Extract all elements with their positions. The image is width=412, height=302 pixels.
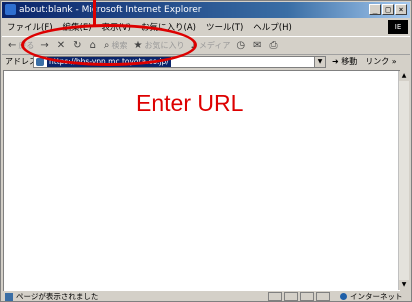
status-panel <box>268 292 282 301</box>
status-panel <box>316 292 330 301</box>
links-button[interactable]: リンク » <box>365 56 396 67</box>
maximize-button[interactable]: □ <box>382 4 394 15</box>
mail-icon: ✉ <box>253 40 262 51</box>
security-zone: インターネット <box>340 291 403 302</box>
go-label: 移動 <box>341 57 358 66</box>
go-button[interactable]: ➜ 移動 <box>332 56 357 67</box>
status-bar: ページが表示されました インターネット <box>2 291 410 302</box>
windows-logo-icon: IE <box>388 20 408 34</box>
history-button[interactable]: ◷ <box>236 40 247 51</box>
scroll-down-icon[interactable]: ▼ <box>399 280 409 290</box>
callout-pointer <box>93 0 96 25</box>
media-label: メディア <box>198 41 231 50</box>
window-title: about:blank - Microsoft Internet Explore… <box>19 5 202 15</box>
back-arrow-icon: ← <box>8 40 17 51</box>
print-icon: ⎙ <box>269 40 278 51</box>
window-controls: _ □ × <box>369 4 407 15</box>
print-button[interactable]: ⎙ <box>269 40 279 51</box>
status-panel <box>300 292 314 301</box>
ie-icon <box>5 4 16 15</box>
minimize-button[interactable]: _ <box>369 4 381 15</box>
callout-highlight <box>21 24 197 66</box>
address-label: アドレス(D) <box>5 57 50 66</box>
callout-label: Enter URL <box>136 90 244 116</box>
address-dropdown-icon[interactable]: ▼ <box>314 56 325 67</box>
status-panel <box>284 292 298 301</box>
vertical-scrollbar[interactable]: ▲ ▼ <box>398 71 409 290</box>
title-bar[interactable]: about:blank - Microsoft Internet Explore… <box>2 2 410 18</box>
status-text: ページが表示されました <box>16 292 99 301</box>
mail-button[interactable]: ✉ <box>253 40 263 51</box>
scroll-up-icon[interactable]: ▲ <box>399 71 409 81</box>
close-button[interactable]: × <box>395 4 407 15</box>
history-icon: ◷ <box>236 40 246 51</box>
page-status-icon <box>5 292 13 301</box>
menu-help[interactable]: ヘルプ(H) <box>248 21 297 33</box>
zone-label: インターネット <box>350 292 403 301</box>
status-panels <box>268 292 330 301</box>
globe-icon <box>340 293 347 300</box>
go-arrow-icon: ➜ <box>332 57 339 66</box>
menu-tools[interactable]: ツール(T) <box>201 21 248 33</box>
